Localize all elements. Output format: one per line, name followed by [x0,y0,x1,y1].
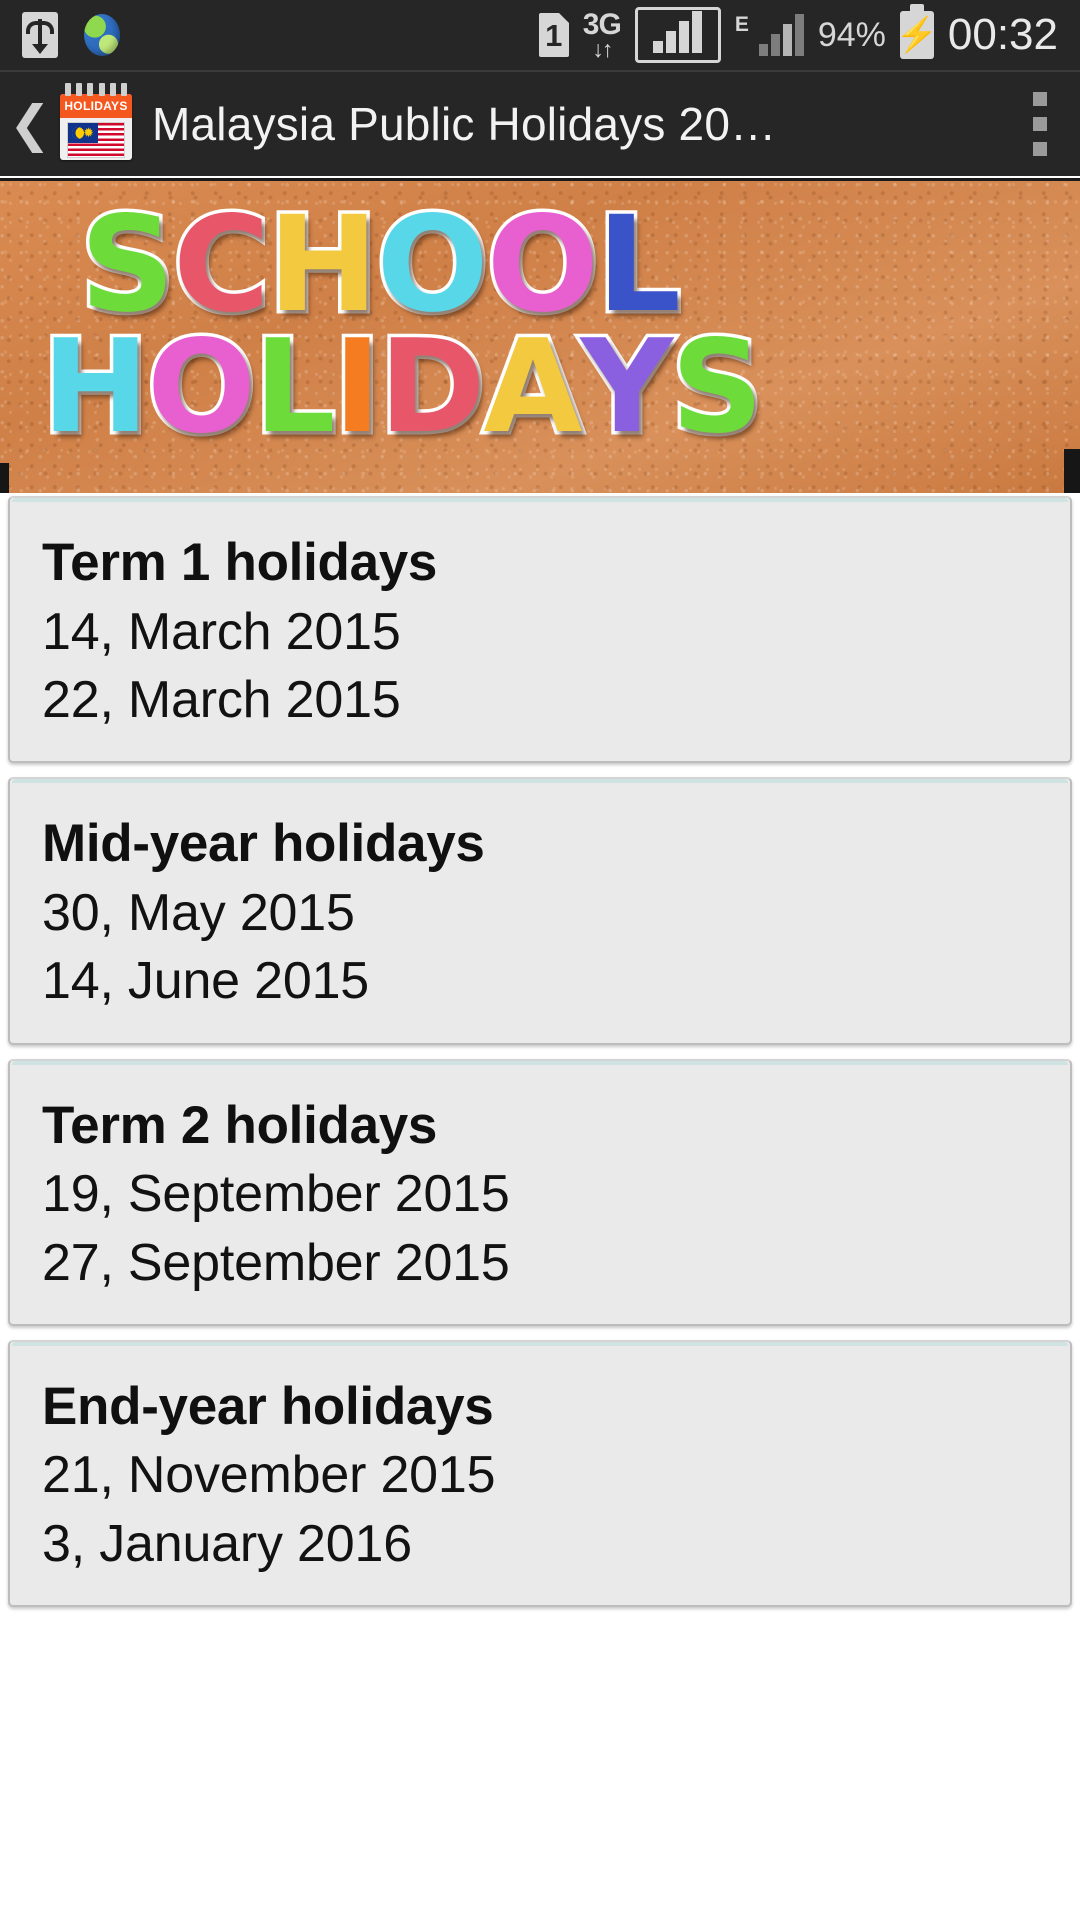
banner-holidays-letter-3: L [250,313,339,462]
banner-holidays-letter-6: A [480,313,586,462]
holiday-card-title: Term 1 holidays [42,533,438,592]
holiday-card[interactable]: End-year holidays 21, November 2015 3, Jan… [8,1339,1072,1608]
holiday-card[interactable]: Term 2 holidays 19, September 2015 27, Sep… [8,1058,1072,1326]
holiday-card-date-start: 19, September 2015 [42,1165,510,1224]
battery-charging-icon: ⚡ [896,11,938,59]
status-bar-right: 1 3G ↓↑ E 94% ⚡ 00:32 [538,7,1058,63]
overflow-menu-icon[interactable] [1000,71,1080,177]
sim-card-icon: 1 [538,13,569,57]
banner-school-letter-6: L [593,188,684,342]
banner-word-school: SCHOOL [76,188,684,342]
calendar-rings-icon [60,83,132,100]
holiday-card[interactable]: Mid-year holidays 30, May 2015 14, June 20… [8,777,1072,1045]
banner-school-letter-3: H [264,188,382,342]
school-holidays-banner-image: SCHOOL HOLIDAYS [0,178,1080,493]
banner-holidays-letter-5: D [376,313,489,462]
flag-star-glyph: ✹ [83,125,94,140]
holiday-card-title: Term 2 holidays [42,1095,438,1155]
network-type-label: 3G [582,7,622,41]
edge-network-label: E [734,13,749,36]
holiday-card-date-start: 30, May 2015 [42,883,355,942]
holiday-card-date-end: 27, September 2015 [42,1233,510,1292]
signal-strength-icon-primary [634,7,721,63]
holiday-card-title: Mid-year holidays [42,814,485,874]
holiday-card-date-end: 3, January 2016 [42,1514,412,1573]
banner-school-letter-4: O [373,188,492,342]
usb-icon [22,12,58,58]
holiday-card-list: Term 1 holidays 14, March 2015 22, March 2… [0,496,1080,1621]
banner-holidays-letter-2: O [144,313,260,462]
banner-holidays-letter-4: I [330,313,385,462]
malaysia-flag-icon: ✹ [67,122,125,158]
back-chevron-icon[interactable]: ❮ [4,99,56,149]
banner-holidays-letter-8: S [668,313,767,462]
banner-school-letter-5: O [483,188,602,342]
holiday-card-title: End-year holidays [42,1376,494,1436]
bolt-glyph: ⚡ [895,16,939,54]
holiday-card-date-start: 21, November 2015 [42,1446,496,1505]
banner-holidays-letter-1: H [38,313,152,462]
globe-icon [84,14,120,56]
app-calendar-flag-icon: HOLIDAYS ✹ [60,83,132,160]
holiday-card-date-start: 14, March 2015 [42,602,401,661]
status-bar: 1 3G ↓↑ E 94% ⚡ 00:32 [0,0,1080,70]
battery-percent-label: 94% [817,15,886,54]
status-bar-left [22,12,120,58]
signal-strength-icon-secondary [758,14,804,56]
app-title-bar: ❮ HOLIDAYS ✹ Malaysia Public Holidays 20… [0,70,1080,176]
data-transfer-arrows-icon: ↓↑ [592,35,613,62]
clock-label: 00:32 [947,10,1058,59]
banner-school-letter-2: C [170,188,274,342]
banner-word-holidays: HOLIDAYS [38,313,767,462]
page-title: Malaysia Public Holidays 20… [152,98,777,150]
holiday-card[interactable]: Term 1 holidays 14, March 2015 22, March 2… [8,496,1072,764]
banner-school-letter-1: S [76,188,178,342]
holiday-card-date-end: 14, June 2015 [42,952,370,1011]
holiday-card-date-end: 22, March 2015 [42,670,401,729]
banner-holidays-letter-7: Y [577,313,677,462]
network-3g-icon: 3G ↓↑ [582,7,622,62]
